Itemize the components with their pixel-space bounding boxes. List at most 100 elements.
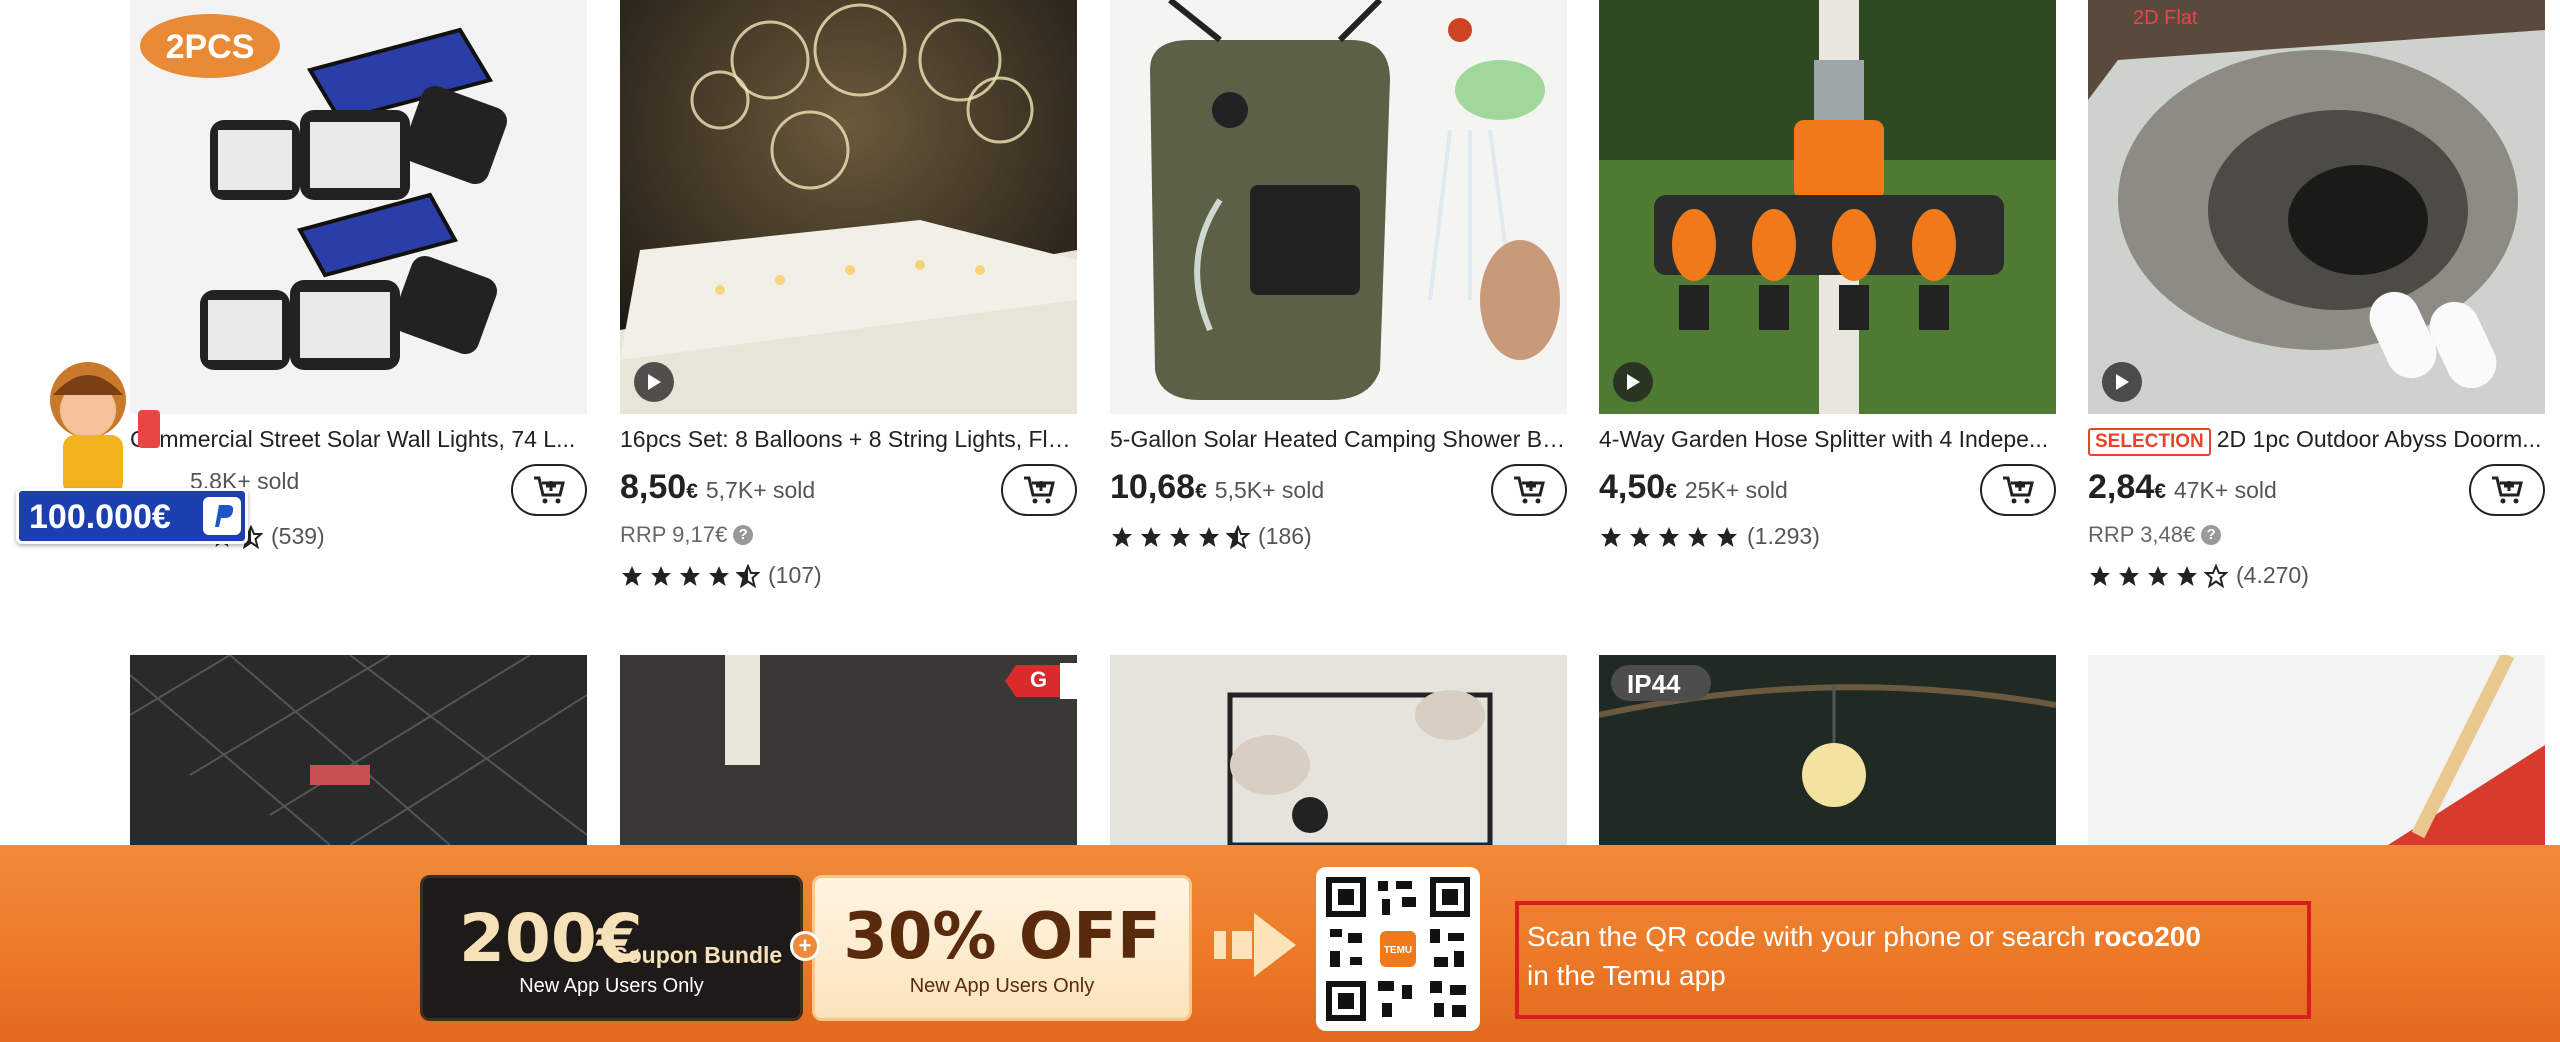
add-to-cart-button[interactable] [511,464,587,516]
product-card[interactable]: 4-Way Garden Hose Splitter with 4 Indepe… [1599,0,2056,549]
sold-count: 5,7K+ sold [705,477,816,503]
qr-code[interactable]: TEMU [1316,867,1480,1031]
product-image[interactable]: IP44 [1599,655,2056,845]
svg-text:TEMU: TEMU [1384,945,1412,956]
star-icon [1601,526,1621,547]
add-to-cart-button[interactable] [1980,464,2056,516]
price: 10,68 [1110,468,1196,506]
cart-icon [2492,476,2523,504]
star-rating [2088,563,2228,588]
help-icon[interactable]: ? [733,525,754,545]
play-icon [1627,374,1640,390]
star-icon [1659,526,1679,547]
scan-instruction-box: Scan the QR code with your phone or sear… [1515,901,2311,1019]
play-video-button[interactable] [1613,362,1653,402]
star-icon [622,565,642,586]
cart-icon [2003,476,2034,504]
arrow-right-icon [1214,913,1296,977]
star-icon [2177,565,2197,586]
product-image[interactable] [2088,655,2545,845]
cart-icon [1024,476,1055,504]
price: 2,84 [2088,468,2155,506]
product-image[interactable] [620,0,1077,414]
star-half-icon [736,563,760,588]
add-to-cart-button[interactable] [1001,464,1077,516]
star-icon [1112,526,1132,547]
rating: (1.293) [1599,523,1820,550]
rating: (186) [1110,523,1312,550]
image-tag: 2PCS [166,28,255,66]
star-icon [2148,565,2168,586]
star-half-icon [1226,524,1250,549]
play-icon [2116,374,2129,390]
product-image[interactable] [1110,0,1567,414]
product-image[interactable] [130,655,587,845]
play-video-button[interactable] [634,362,674,402]
add-to-cart-button[interactable] [2469,464,2545,516]
price-currency: € [1665,480,1677,503]
price: 8,50 [620,468,687,506]
coupon-label: Coupon Bundle [611,942,783,968]
rating: (107) [620,562,822,589]
image-tag: 2D Flat [2133,7,2198,29]
reward-amount-badge[interactable]: 100.000€ [16,488,248,544]
scan-instruction-text: Scan the QR code with your phone or sear… [1527,921,2201,991]
star-empty-icon [2204,563,2228,588]
star-icon [2090,565,2110,586]
discount-subtext: New App Users Only [909,975,1095,997]
rrp-price: RRP 9,17€ ? [620,522,754,548]
rating-count: (539) [271,523,325,549]
product-card[interactable]: 5-Gallon Solar Heated Camping Shower Ba.… [1110,0,1567,549]
product-title[interactable]: 16pcs Set: 8 Balloons + 8 String Lights,… [620,426,1077,453]
rating-count: (4.270) [2236,562,2309,588]
star-icon [1170,526,1190,547]
add-to-cart-button[interactable] [1491,464,1567,516]
product-card[interactable]: 2D Flat SELECTION 2D 1pc Outdoor Abyss Do… [2088,0,2545,588]
rating: (4.270) [2088,562,2309,589]
price-currency: € [686,480,698,503]
price: 4,50 [1599,468,1666,506]
promo-code[interactable]: roco200 [2094,921,2201,952]
product-title[interactable]: SELECTION 2D 1pc Outdoor Abyss Doorm... [2088,426,2545,456]
product-title[interactable]: 4-Way Garden Hose Splitter with 4 Indepe… [1599,426,2056,453]
star-icon [1717,526,1737,547]
star-icon [1630,526,1650,547]
star-icon [1199,526,1219,547]
product-card[interactable]: 16pcs Set: 8 Balloons + 8 String Lights,… [620,0,1077,588]
image-tag: IP44 [1627,669,1681,699]
plus-icon: + [790,931,820,961]
star-icon [651,565,671,586]
star-rating [1110,524,1250,549]
paypal-icon [203,497,241,535]
product-title[interactable]: 5-Gallon Solar Heated Camping Shower Ba.… [1110,426,1567,453]
product-image[interactable]: 2D Flat [2088,0,2545,414]
star-icon [2119,565,2139,586]
selection-badge: SELECTION [2088,428,2211,456]
cart-icon [1514,476,1545,504]
star-icon [1688,526,1708,547]
product-image[interactable] [1599,0,2056,414]
play-video-button[interactable] [2102,362,2142,402]
coupon-bundle-card[interactable]: 200€ Coupon Bundle New App Users Only [420,875,803,1021]
mascot-illustration [50,362,160,495]
play-icon [648,374,661,390]
star-rating [1599,525,1739,549]
sold-count: 47K+ sold [2173,477,2277,503]
discount-amount: 30% OFF [843,900,1161,974]
price-currency: € [2154,480,2166,503]
rrp-price: RRP 3,48€ ? [2088,522,2222,548]
star-rating [620,563,760,588]
help-icon[interactable]: ? [2201,525,2222,545]
sold-count: 25K+ sold [1684,477,1788,503]
product-image[interactable]: G [620,655,1077,845]
cart-icon [534,476,565,504]
product-image[interactable] [1110,655,1567,845]
sold-count: 5,5K+ sold [1214,477,1325,503]
rating-count: (107) [768,562,822,588]
discount-card[interactable]: 30% OFF New App Users Only [812,875,1192,1021]
app-promo-banner[interactable]: 200€ Coupon Bundle New App Users Only + … [0,845,2560,1042]
star-icon [1141,526,1161,547]
price-currency: € [1195,480,1207,503]
floating-promo-badge[interactable]: 100.000€ [8,340,248,550]
star-icon [680,565,700,586]
